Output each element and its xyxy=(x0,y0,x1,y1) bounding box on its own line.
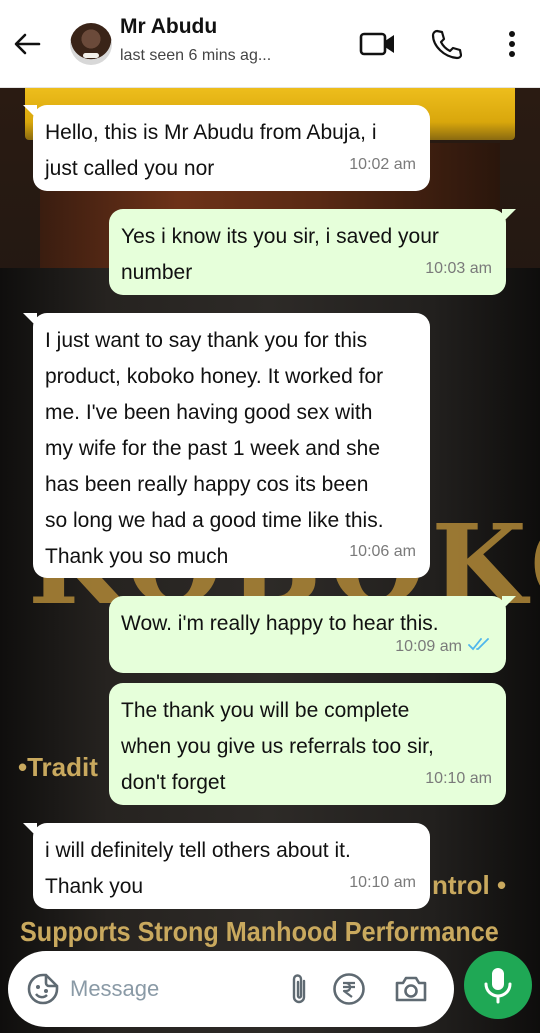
message-list: Hello, this is Mr Abudu from Abuja, i ju… xyxy=(0,0,540,1033)
sticker-icon[interactable] xyxy=(26,972,60,1006)
message-incoming[interactable]: I just want to say thank you for this pr… xyxy=(23,313,430,578)
message-time: 10:10 am xyxy=(425,770,492,787)
rupee-payment-icon[interactable] xyxy=(332,972,366,1006)
phone-icon[interactable] xyxy=(428,28,464,60)
message-outgoing[interactable]: Yes i know its you sir, i saved your num… xyxy=(109,209,516,295)
message-time: 10:06 am xyxy=(349,543,416,560)
message-incoming[interactable]: Hello, this is Mr Abudu from Abuja, i ju… xyxy=(23,105,430,191)
mic-button[interactable] xyxy=(464,951,532,1019)
message-outgoing[interactable]: Wow. i'm really happy to hear this. 10:0… xyxy=(109,596,516,673)
bubble-tail xyxy=(502,596,516,610)
chat-header: Mr Abudu last seen 6 mins ag... xyxy=(0,0,540,88)
contact-info[interactable]: Mr Abudu last seen 6 mins ag... xyxy=(120,15,272,65)
more-options-icon[interactable] xyxy=(502,30,522,58)
last-seen-status: last seen 6 mins ag... xyxy=(120,46,272,64)
bubble-tail xyxy=(23,313,37,327)
back-arrow-icon[interactable] xyxy=(12,29,42,59)
message-incoming[interactable]: i will definitely tell others about it. … xyxy=(23,823,430,909)
camera-icon[interactable] xyxy=(394,974,428,1004)
message-time: 10:02 am xyxy=(349,156,416,173)
contact-name: Mr Abudu xyxy=(120,14,218,38)
message-time: 10:10 am xyxy=(349,874,416,891)
bubble-tail xyxy=(502,209,516,223)
message-time: 10:03 am xyxy=(425,260,492,277)
attach-icon[interactable] xyxy=(288,972,310,1006)
bubble-tail xyxy=(23,105,37,119)
avatar[interactable] xyxy=(70,22,112,65)
read-receipt-icon xyxy=(468,629,492,665)
video-call-icon[interactable] xyxy=(358,30,398,58)
message-time: 10:09 am xyxy=(395,638,462,655)
message-outgoing[interactable]: The thank you will be complete when you … xyxy=(109,683,506,805)
message-input[interactable]: Message xyxy=(70,976,288,1002)
message-composer: Message xyxy=(8,951,454,1027)
mic-icon xyxy=(483,966,513,1004)
bubble-tail xyxy=(23,823,37,837)
